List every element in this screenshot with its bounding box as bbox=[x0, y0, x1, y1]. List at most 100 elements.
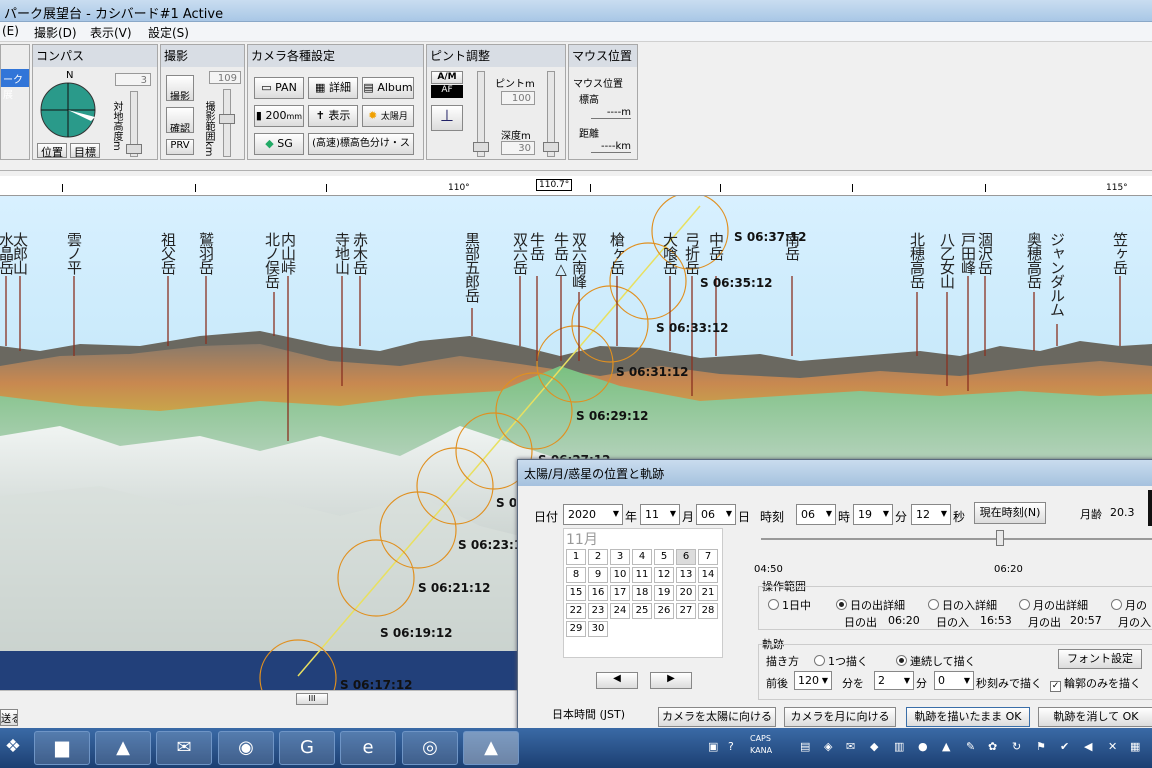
send-button[interactable]: 送る bbox=[0, 709, 18, 726]
tray-mail-icon[interactable]: ✉ bbox=[846, 740, 855, 753]
calendar-day[interactable]: 28 bbox=[698, 603, 718, 619]
tray-pdf-icon[interactable]: ▣ bbox=[708, 740, 718, 753]
calendar-day[interactable]: 14 bbox=[698, 567, 718, 583]
calendar-day[interactable]: 13 bbox=[676, 567, 696, 583]
calendar-day[interactable]: 22 bbox=[566, 603, 586, 619]
tray-sync-icon[interactable]: ↻ bbox=[1012, 740, 1021, 753]
menu-edit[interactable]: (E) bbox=[2, 24, 19, 38]
tray-help-icon[interactable]: ? bbox=[728, 740, 734, 753]
peak-label[interactable]: 牛岳△ bbox=[552, 232, 570, 277]
second-step-select[interactable]: 0 bbox=[934, 671, 974, 690]
peak-label[interactable]: 寺地山 bbox=[333, 232, 351, 274]
peak-label[interactable]: 雲ノ平 bbox=[65, 232, 83, 274]
horizontal-scroll-thumb[interactable]: III bbox=[296, 693, 328, 705]
range-moonrise[interactable]: 月の出詳細 bbox=[1019, 597, 1088, 613]
tray-shield-icon[interactable]: ◆ bbox=[870, 740, 878, 753]
detail-button[interactable]: ▦ 詳細 bbox=[308, 77, 358, 99]
tray-network-status-icon[interactable]: ▦ bbox=[1130, 740, 1140, 753]
peak-label[interactable]: 牛岳 bbox=[528, 232, 546, 260]
calendar-day[interactable]: 11 bbox=[632, 567, 652, 583]
peak-label[interactable]: 赤木岳 bbox=[351, 232, 369, 274]
album-button[interactable]: ▤ Album bbox=[362, 77, 414, 99]
focus-target-icon[interactable]: ⊥ bbox=[431, 105, 463, 131]
time-slider-thumb[interactable] bbox=[996, 530, 1004, 546]
menu-view[interactable]: 表示(V) bbox=[90, 24, 132, 41]
peak-label[interactable]: 八乙女山 bbox=[938, 232, 956, 288]
peak-label[interactable]: 戸田峰 bbox=[959, 232, 977, 274]
peak-label[interactable]: 双六南峰 bbox=[570, 232, 588, 288]
range-sunset[interactable]: 日の入詳細 bbox=[928, 597, 997, 613]
outline-only-option[interactable]: ✓ 輪郭のみを描く bbox=[1050, 675, 1141, 692]
calendar-day[interactable]: 20 bbox=[676, 585, 696, 601]
range-slider[interactable] bbox=[219, 89, 235, 157]
calendar-day[interactable]: 19 bbox=[654, 585, 674, 601]
keep-track-ok-button[interactable]: 軌跡を描いたまま OK bbox=[906, 707, 1030, 727]
point-camera-moon-button[interactable]: カメラを月に向ける bbox=[784, 707, 896, 727]
peak-label[interactable]: 祖父岳 bbox=[159, 232, 177, 274]
calendar-day[interactable]: 3 bbox=[610, 549, 630, 565]
tray-flag-icon[interactable]: ⚑ bbox=[1036, 740, 1046, 753]
height-slider-thumb[interactable] bbox=[126, 144, 142, 154]
calendar-day[interactable]: 2 bbox=[588, 549, 608, 565]
start-button[interactable]: ❖ bbox=[0, 731, 26, 765]
peak-label[interactable]: 中岳 bbox=[707, 232, 725, 260]
range-slider-thumb[interactable] bbox=[219, 114, 235, 124]
focus-slider-thumb[interactable] bbox=[473, 142, 489, 152]
range-all-day[interactable]: 1日中 bbox=[768, 597, 811, 613]
color-mode-button[interactable]: (高速)標高色分け・ス bbox=[308, 133, 414, 155]
minute-select[interactable]: 19 bbox=[853, 504, 893, 525]
day-select[interactable]: 06 bbox=[696, 504, 736, 525]
prv-button[interactable]: PRV bbox=[166, 139, 194, 155]
focus-slider[interactable] bbox=[473, 71, 489, 157]
peak-label[interactable]: 太郎山 bbox=[11, 232, 29, 274]
before-after-select[interactable]: 120 bbox=[794, 671, 832, 690]
month-select[interactable]: 11 bbox=[640, 504, 680, 525]
calendar-day[interactable]: 12 bbox=[654, 567, 674, 583]
hour-select[interactable]: 06 bbox=[796, 504, 836, 525]
display-button[interactable]: ✝ 表示 bbox=[308, 105, 358, 127]
clear-track-ok-button[interactable]: 軌跡を消して OK bbox=[1038, 707, 1152, 727]
taskbar-explorer[interactable]: ▆ bbox=[34, 731, 90, 765]
taskbar-app-blue[interactable]: ▲ bbox=[95, 731, 151, 765]
calendar[interactable]: 11月 1 2 3 4 5 6 7 8 9 10 11 12 13 14 15 16 17 18 19 20 21 22 2… bbox=[563, 528, 723, 658]
calendar-day[interactable]: 15 bbox=[566, 585, 586, 601]
calendar-day[interactable]: 30 bbox=[588, 621, 608, 637]
now-button[interactable]: 現在時刻(N) bbox=[974, 502, 1046, 524]
calendar-day[interactable]: 10 bbox=[610, 567, 630, 583]
taskbar-globe-app[interactable]: ◎ bbox=[402, 731, 458, 765]
taskbar-firefox[interactable]: ◉ bbox=[218, 731, 274, 765]
peak-label[interactable]: 北ノ俣岳 bbox=[263, 232, 281, 288]
prev-month-button[interactable]: ◀ bbox=[596, 672, 638, 689]
peak-label[interactable]: 奥穂高岳 bbox=[1025, 232, 1043, 288]
peak-label[interactable]: 鷲羽岳 bbox=[197, 232, 215, 274]
sun-moon-button[interactable]: ✹ 太陽月 bbox=[362, 105, 414, 127]
taskbar-g-app[interactable]: G bbox=[279, 731, 335, 765]
position-button[interactable]: 位置 bbox=[37, 143, 67, 158]
peak-label[interactable]: 黒部五郎岳 bbox=[463, 232, 481, 302]
confirm-button[interactable]: 確認 bbox=[166, 107, 194, 133]
calendar-day[interactable]: 29 bbox=[566, 621, 586, 637]
calendar-day[interactable]: 5 bbox=[654, 549, 674, 565]
tray-circle-icon[interactable]: ● bbox=[918, 740, 928, 753]
calendar-day[interactable]: 1 bbox=[566, 549, 586, 565]
menu-settings[interactable]: 設定(S) bbox=[148, 24, 189, 41]
step-select[interactable]: 2 bbox=[874, 671, 914, 690]
tray-arrow-icon[interactable]: ✕ bbox=[1108, 740, 1117, 753]
tray-puzzle-icon[interactable]: ✿ bbox=[988, 740, 997, 753]
taskbar-kashmir3d[interactable]: ▲ bbox=[463, 731, 519, 765]
tray-check-icon[interactable]: ✔ bbox=[1060, 740, 1069, 753]
time-slider-track[interactable] bbox=[761, 538, 1152, 540]
peak-label[interactable]: ジャンダルム bbox=[1048, 232, 1066, 316]
calendar-day[interactable]: 4 bbox=[632, 549, 652, 565]
calendar-day[interactable]: 6 bbox=[676, 549, 696, 565]
peak-label[interactable]: 弓折岳 bbox=[683, 232, 701, 274]
peak-label[interactable]: 双六岳 bbox=[511, 232, 529, 274]
left-panel-item[interactable]: ーク展 bbox=[1, 69, 29, 101]
tray-network-icon[interactable]: ▤ bbox=[800, 740, 810, 753]
calendar-day[interactable]: 16 bbox=[588, 585, 608, 601]
tray-app-icon[interactable]: ◈ bbox=[824, 740, 832, 753]
peak-label[interactable]: 笠ヶ岳 bbox=[1111, 232, 1129, 274]
menu-shoot[interactable]: 撮影(D) bbox=[34, 24, 77, 41]
target-button[interactable]: 目標 bbox=[70, 143, 100, 158]
peak-label[interactable]: 涸沢岳 bbox=[976, 232, 994, 274]
